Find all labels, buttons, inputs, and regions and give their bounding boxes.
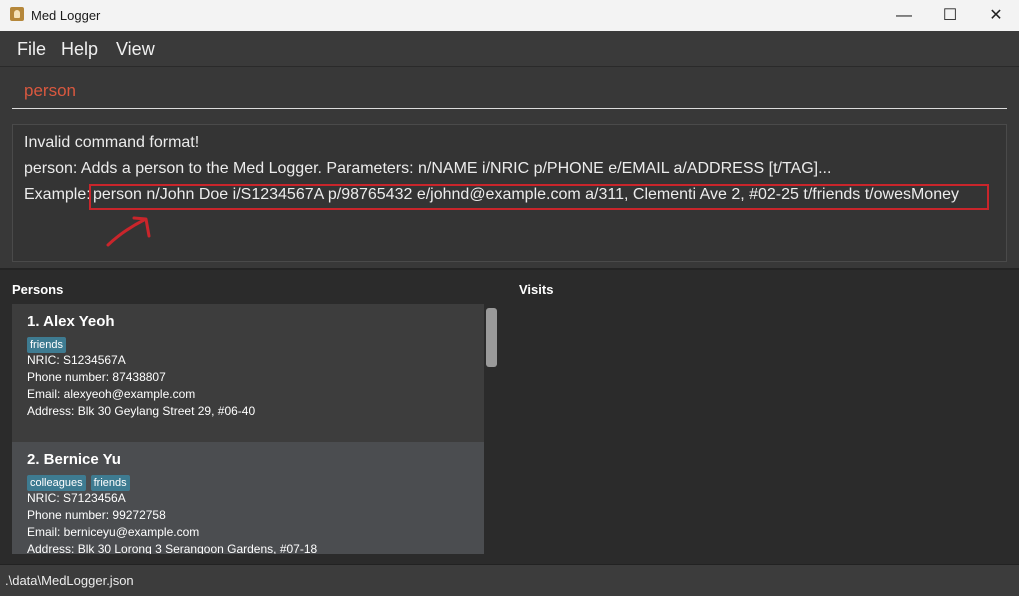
highlight-annotation [89, 184, 989, 210]
persons-label: Persons [12, 282, 64, 297]
tag-list: colleagues friends [27, 473, 135, 491]
person-list[interactable]: 1. Alex Yeoh friends NRIC: S1234567A Pho… [12, 304, 484, 554]
tag-list: friends [27, 335, 71, 353]
app-icon [10, 7, 24, 21]
person-list-scrollbar[interactable] [486, 308, 497, 367]
maximize-button[interactable]: ☐ [927, 0, 973, 31]
person-nric: NRIC: S7123456A [27, 491, 126, 505]
person-email: Email: alexyeoh@example.com [27, 387, 196, 401]
tag: friends [90, 475, 130, 491]
result-error-line: Invalid command format! [24, 134, 200, 151]
person-phone: Phone number: 87438807 [27, 370, 166, 384]
window-title: Med Logger [31, 8, 101, 23]
title-bar: Med Logger — ☐ ✕ [0, 0, 1019, 31]
minimize-button[interactable]: — [881, 0, 927, 31]
save-location: .\data\MedLogger.json [5, 573, 134, 588]
person-card[interactable]: 1. Alex Yeoh friends NRIC: S1234567A Pho… [12, 304, 484, 442]
tag: friends [27, 337, 67, 353]
person-phone: Phone number: 99272758 [27, 508, 166, 522]
person-address: Address: Blk 30 Lorong 3 Serangoon Garde… [27, 542, 318, 554]
menu-bar: File Help View [0, 31, 1019, 67]
menu-help[interactable]: Help [61, 39, 98, 60]
pane-divider [0, 268, 1019, 270]
person-name: 1. Alex Yeoh [27, 313, 115, 330]
visits-label: Visits [519, 282, 554, 297]
person-name: 2. Bernice Yu [27, 451, 121, 468]
command-input[interactable] [12, 73, 1007, 109]
result-usage-line: person: Adds a person to the Med Logger.… [24, 160, 832, 177]
status-bar: .\data\MedLogger.json [0, 564, 1019, 596]
menu-file[interactable]: File [17, 39, 46, 60]
red-arrow-annotation [106, 216, 151, 247]
person-card[interactable]: 2. Bernice Yu colleagues friends NRIC: S7… [12, 442, 484, 554]
person-email: Email: berniceyu@example.com [27, 525, 200, 539]
tag: colleagues [27, 475, 86, 491]
result-example-label: Example: [24, 186, 91, 203]
menu-view[interactable]: View [116, 39, 155, 60]
person-nric: NRIC: S1234567A [27, 353, 126, 367]
close-button[interactable]: ✕ [973, 0, 1019, 31]
person-address: Address: Blk 30 Geylang Street 29, #06-4… [27, 404, 256, 418]
